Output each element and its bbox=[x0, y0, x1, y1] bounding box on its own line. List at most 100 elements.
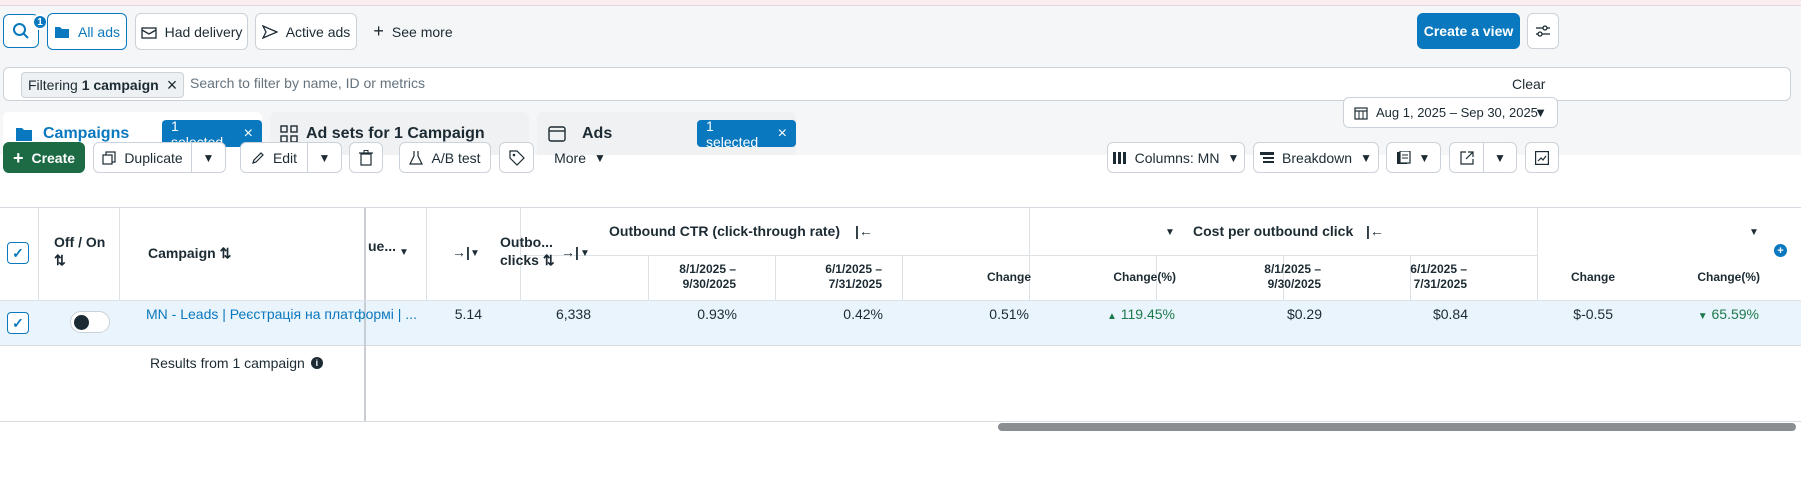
cell-ctr-change-pct: ▲ 119.45% bbox=[1076, 306, 1175, 322]
cell-cpc-current: $0.29 bbox=[1286, 306, 1322, 322]
pin-column-icon[interactable]: →| bbox=[452, 244, 470, 260]
create-view-button[interactable]: Create a view bbox=[1417, 13, 1520, 49]
breakdown-icon bbox=[1260, 151, 1275, 164]
column-menu-icon[interactable]: ▼ bbox=[1749, 227, 1759, 238]
add-column-icon[interactable]: + bbox=[1774, 244, 1787, 257]
column-menu-icon[interactable]: ▼ bbox=[580, 248, 590, 259]
col-divider bbox=[38, 208, 39, 301]
cell-cpc-change-pct: ▼ 65.59% bbox=[1660, 306, 1759, 322]
chevron-down-icon: ▼ bbox=[1418, 150, 1431, 165]
duplicate-menu-button[interactable]: ▼ bbox=[191, 142, 226, 173]
sub-header-line: 6/1/2025 – bbox=[1410, 262, 1467, 276]
row-checkbox[interactable]: ✓ bbox=[7, 312, 29, 334]
close-icon[interactable]: × bbox=[167, 76, 178, 94]
ab-test-button[interactable]: A/B test bbox=[399, 142, 491, 173]
export-menu-button[interactable]: ▼ bbox=[1483, 142, 1517, 173]
cell-partial: 5.14 bbox=[454, 306, 482, 322]
selected-pill[interactable]: 1 selected × bbox=[697, 117, 796, 150]
duplicate-button[interactable]: Duplicate bbox=[93, 142, 192, 173]
col-header-campaign[interactable]: Campaign ⇅ bbox=[148, 245, 231, 262]
grid-icon bbox=[280, 124, 298, 143]
envelope-icon bbox=[140, 25, 157, 39]
plus-icon: + bbox=[12, 147, 24, 168]
select-all-checkbox[interactable]: ✓ bbox=[7, 242, 29, 264]
tag-button[interactable] bbox=[499, 142, 534, 173]
breakdown-label: Breakdown bbox=[1282, 149, 1353, 166]
col-header-off-on[interactable]: Off / On ⇅ bbox=[54, 233, 105, 269]
group-header-divider bbox=[520, 255, 1537, 256]
calendar-icon bbox=[1354, 106, 1368, 120]
see-more-button[interactable]: + See more bbox=[368, 13, 458, 50]
trash-icon bbox=[359, 149, 373, 166]
more-button[interactable]: More ▼ bbox=[545, 142, 615, 173]
info-icon[interactable]: i bbox=[310, 357, 323, 369]
ad-icon bbox=[548, 125, 566, 143]
pin-column-icon[interactable]: →| bbox=[561, 244, 579, 260]
export-button[interactable] bbox=[1449, 142, 1484, 173]
filter-chip[interactable]: Filtering 1 campaign × bbox=[21, 72, 185, 98]
folder-icon bbox=[54, 25, 70, 39]
horizontal-scrollbar[interactable] bbox=[998, 423, 1796, 431]
close-icon[interactable]: × bbox=[778, 125, 787, 143]
sub-header-change-pct: Change(%) bbox=[1697, 270, 1760, 284]
collapse-icon[interactable]: |← bbox=[1366, 223, 1384, 239]
chevron-down-icon: ▼ bbox=[1534, 105, 1547, 120]
chevron-down-icon: ▼ bbox=[1360, 150, 1372, 165]
arrow-up-icon: ▲ bbox=[1106, 311, 1117, 322]
filter-all-ads[interactable]: All ads bbox=[47, 13, 127, 50]
filter-chip-text: Filtering 1 campaign bbox=[28, 77, 159, 93]
tab-label: Campaigns bbox=[43, 124, 130, 142]
filter-search-input[interactable]: Search to filter by name, ID or metrics bbox=[190, 75, 425, 91]
column-menu-icon[interactable]: ▼ bbox=[399, 247, 409, 258]
group-header-cpc[interactable]: Cost per outbound click bbox=[1193, 223, 1353, 239]
edit-menu-button[interactable]: ▼ bbox=[307, 142, 342, 173]
on-off-toggle[interactable] bbox=[70, 311, 110, 333]
columns-button[interactable]: Columns: MN ▼ bbox=[1107, 142, 1245, 173]
col-header-partial[interactable]: ue... bbox=[368, 238, 396, 254]
close-icon[interactable]: × bbox=[244, 125, 253, 143]
send-icon bbox=[261, 24, 278, 39]
tag-icon bbox=[508, 149, 525, 166]
col-divider bbox=[1537, 208, 1538, 301]
view-settings-button[interactable] bbox=[1527, 13, 1559, 49]
charts-button[interactable] bbox=[1525, 142, 1559, 173]
date-range-label: Aug 1, 2025 – Sep 30, 2025 bbox=[1376, 105, 1538, 120]
col-header-label: Outbo... bbox=[500, 234, 553, 250]
columns-label: Columns: MN bbox=[1134, 149, 1220, 166]
search-icon bbox=[12, 22, 30, 40]
sub-header-line: 7/31/2025 bbox=[1413, 277, 1467, 291]
reports-button[interactable]: ▼ bbox=[1386, 142, 1441, 173]
sub-header-change: Change bbox=[1570, 270, 1615, 284]
date-range-picker[interactable]: Aug 1, 2025 – Sep 30, 2025 ▼ bbox=[1343, 97, 1558, 128]
clear-filters-link[interactable]: Clear bbox=[1512, 76, 1545, 92]
sub-header-previous: 6/1/2025 – 7/31/2025 bbox=[1379, 262, 1467, 292]
sub-header-line: 7/31/2025 bbox=[828, 277, 882, 291]
breakdown-button[interactable]: Breakdown ▼ bbox=[1253, 142, 1379, 173]
sort-icon: ⇅ bbox=[542, 252, 555, 268]
table-bottom-line bbox=[0, 421, 1801, 422]
edit-button[interactable]: Edit bbox=[240, 142, 308, 173]
chevron-down-icon: ▼ bbox=[594, 150, 606, 165]
collapse-icon[interactable]: |← bbox=[855, 223, 873, 239]
campaign-name-link[interactable]: MN - Leads | Реєстрація на платформі | .… bbox=[146, 306, 417, 322]
check-icon: ✓ bbox=[12, 314, 24, 331]
group-header-ctr[interactable]: Outbound CTR (click-through rate) bbox=[609, 223, 840, 239]
create-button[interactable]: + Create bbox=[3, 142, 85, 173]
export-icon bbox=[1459, 150, 1474, 165]
col-header-outbound-clicks[interactable]: Outbo... clicks ⇅ bbox=[500, 233, 555, 269]
column-menu-icon[interactable]: ▼ bbox=[470, 248, 480, 259]
col-header-label: ue... bbox=[368, 238, 397, 254]
filter-search-box[interactable]: Filtering 1 campaign × Search to filter … bbox=[3, 67, 1791, 101]
filter-label: Had delivery bbox=[164, 23, 243, 40]
sub-header-previous: 6/1/2025 – 7/31/2025 bbox=[794, 262, 882, 292]
tab-label: Ad sets for 1 Campaign bbox=[306, 124, 485, 142]
filter-had-delivery[interactable]: Had delivery bbox=[135, 13, 248, 50]
delete-button[interactable] bbox=[349, 142, 383, 173]
filter-active-ads[interactable]: Active ads bbox=[255, 13, 357, 50]
selected-pill-label: 1 selected bbox=[706, 117, 759, 150]
tab-label: Ads bbox=[582, 124, 613, 142]
group-header-label: Cost per outbound click bbox=[1193, 223, 1354, 239]
more-label: More bbox=[554, 149, 586, 166]
column-menu-icon[interactable]: ▼ bbox=[1165, 227, 1175, 238]
col-header-label: Off / On bbox=[54, 234, 106, 250]
